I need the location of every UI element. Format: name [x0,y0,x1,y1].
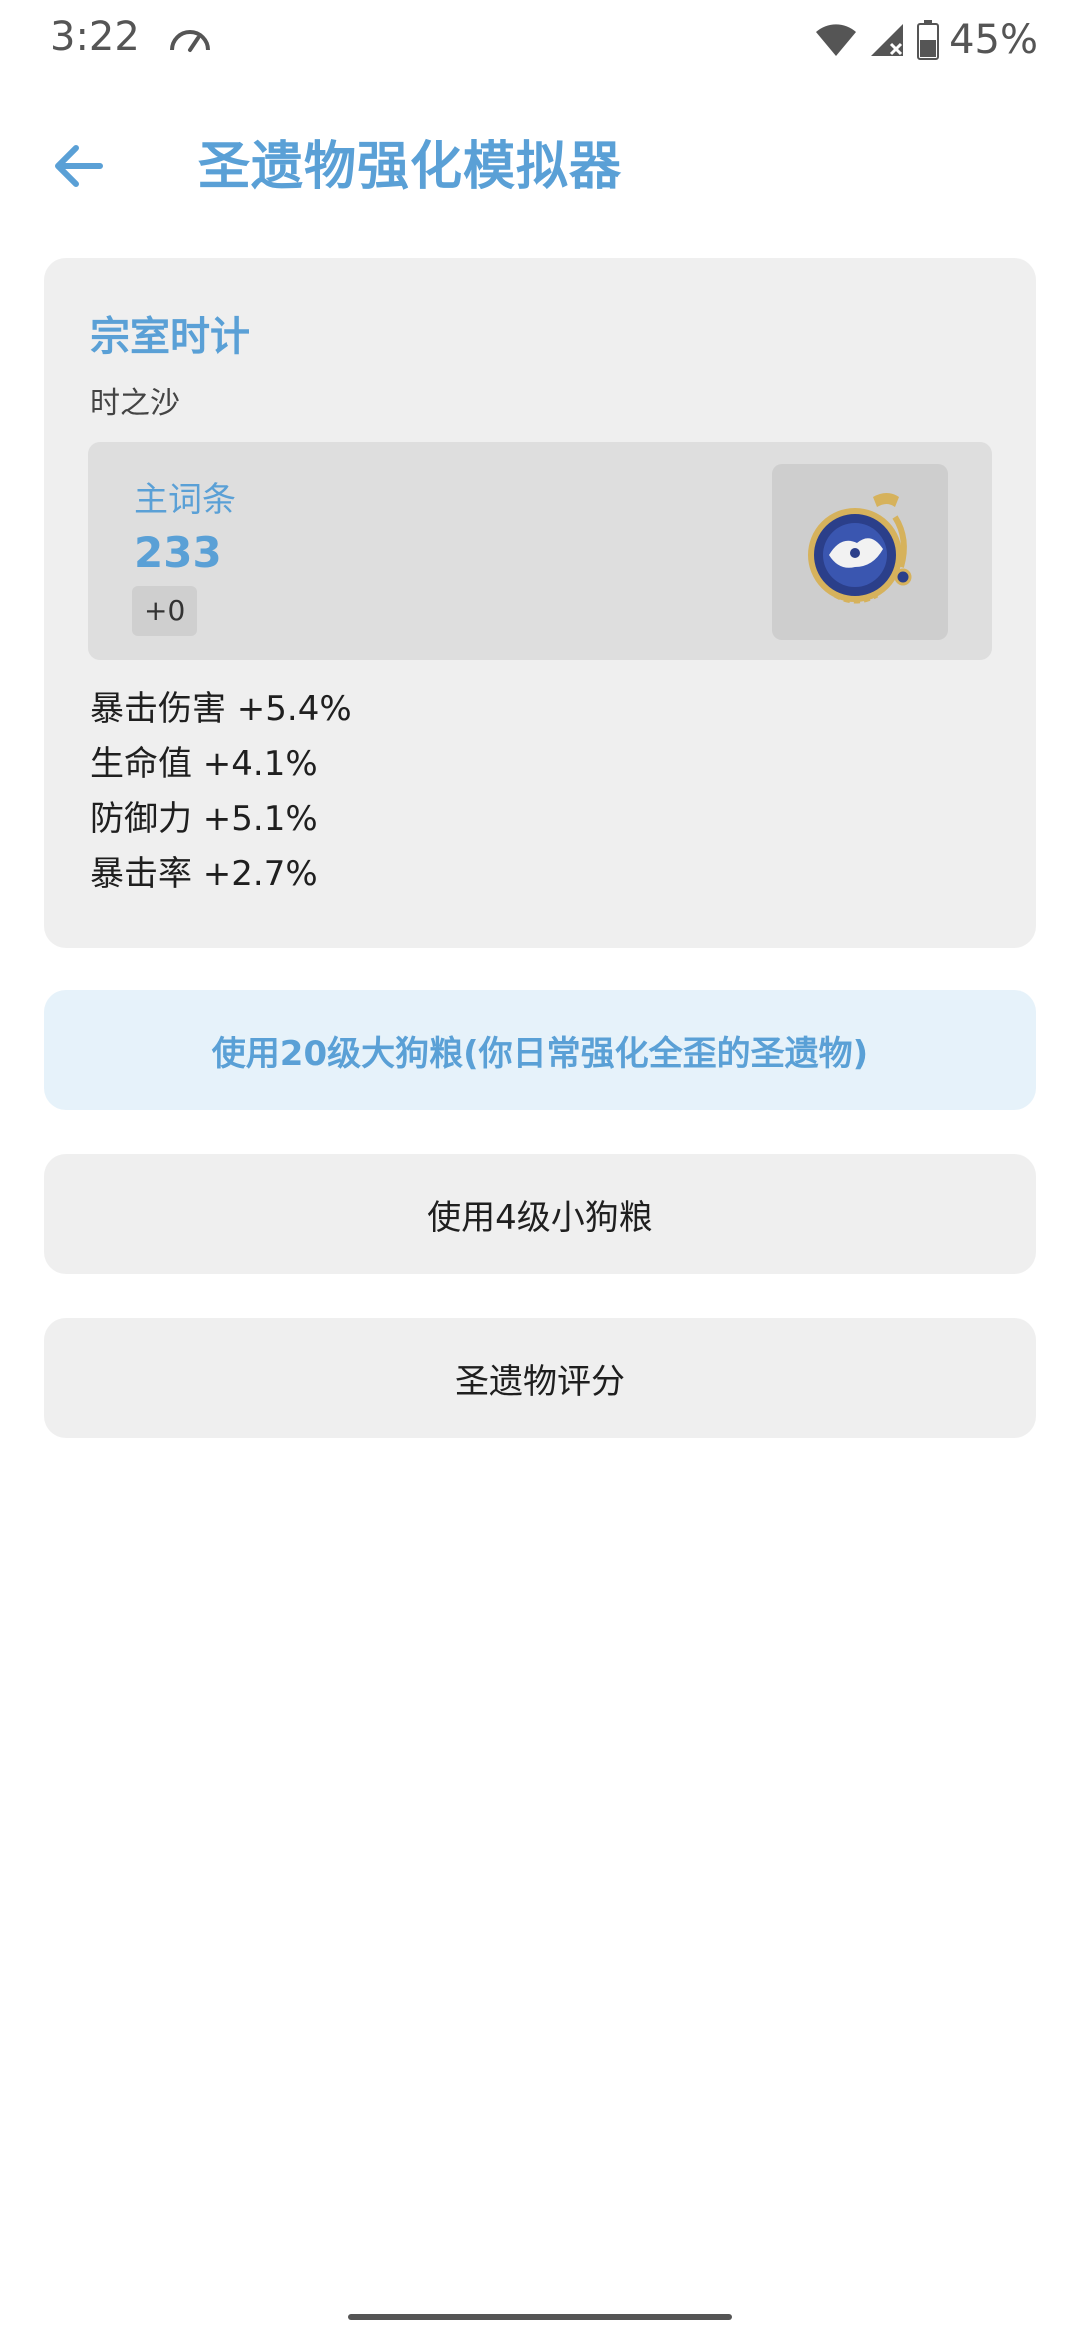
artifact-slot: 时之沙 [90,386,180,421]
artifact-image [772,464,948,640]
substat-item: 生命值 +4.1% [90,744,318,784]
main-stat-box: 主词条 233 +0 [88,442,992,660]
substat-item: 暴击率 +2.7% [90,854,318,894]
cell-signal-icon [871,24,904,56]
use-large-fodder-button[interactable]: 使用20级大狗粮(你日常强化全歪的圣遗物) [44,990,1036,1110]
battery-icon [917,20,940,60]
back-button[interactable] [40,128,116,204]
substat-item: 暴击伤害 +5.4% [90,689,352,729]
artifact-card: 宗室时计 时之沙 主词条 233 +0 暴击伤害 +5.4% 生命值 +4.1%… [44,258,1036,948]
main-stat-value: 233 [134,528,222,577]
status-icons: 45% [815,14,1038,66]
status-bar: 3:22 45% [0,0,1080,80]
level-badge: +0 [132,586,198,636]
wifi-icon [816,24,857,56]
page-title: 圣遗物强化模拟器 [198,137,623,197]
arrow-left-icon [55,145,103,187]
pocket-watch-icon [808,493,912,604]
status-time: 3:22 [50,14,140,60]
substat-item: 防御力 +5.1% [90,799,318,839]
artifact-score-button[interactable]: 圣遗物评分 [44,1318,1036,1438]
use-small-fodder-button[interactable]: 使用4级小狗粮 [44,1154,1036,1274]
home-indicator[interactable] [348,2314,732,2320]
main-stat-label: 主词条 [134,480,236,520]
substat-list: 暴击伤害 +5.4% 生命值 +4.1% 防御力 +5.1% 暴击率 +2.7% [90,682,352,902]
artifact-name: 宗室时计 [90,314,250,360]
app-bar: 圣遗物强化模拟器 [0,110,1080,210]
speedometer-icon [170,30,210,52]
battery-percent: 45% [949,17,1038,63]
